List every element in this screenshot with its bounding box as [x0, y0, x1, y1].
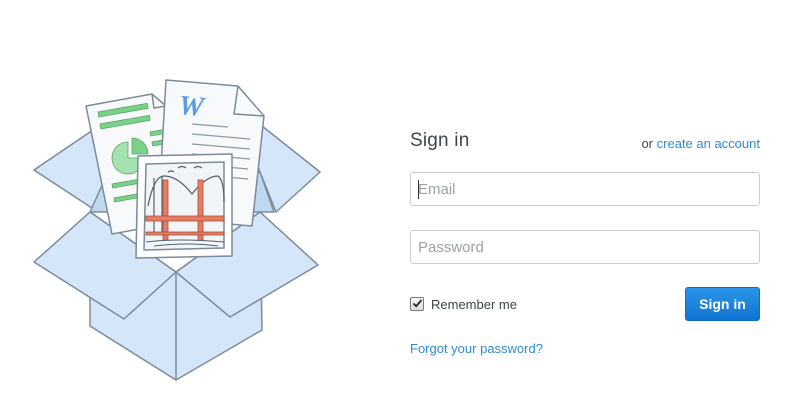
remember-me-checkbox[interactable]: [410, 297, 424, 311]
signin-header: Sign in or create an account: [410, 128, 760, 158]
signin-button[interactable]: Sign in: [685, 287, 760, 321]
email-field-wrapper: [410, 172, 760, 206]
text-cursor: [418, 180, 419, 199]
password-field-wrapper: [410, 230, 760, 264]
remember-me-label[interactable]: Remember me: [431, 297, 517, 312]
page-title: Sign in: [410, 130, 470, 151]
signin-panel: Sign in or create an account Remember me…: [410, 128, 760, 368]
login-page: W Sign in or create an account Email Rem…: [0, 0, 809, 419]
or-text: or: [641, 136, 654, 151]
open-box-with-documents-icon: W: [33, 79, 321, 381]
create-account-link[interactable]: create an account: [657, 136, 760, 151]
svg-text:W: W: [177, 90, 207, 123]
forgot-password-link[interactable]: Forgot your password?: [410, 341, 543, 356]
checkmark-icon: [412, 299, 423, 308]
create-account-prompt: or create an account: [641, 136, 760, 151]
password-field[interactable]: [411, 231, 759, 263]
email-field[interactable]: [411, 173, 759, 205]
open-box-illustration: W: [28, 72, 328, 387]
